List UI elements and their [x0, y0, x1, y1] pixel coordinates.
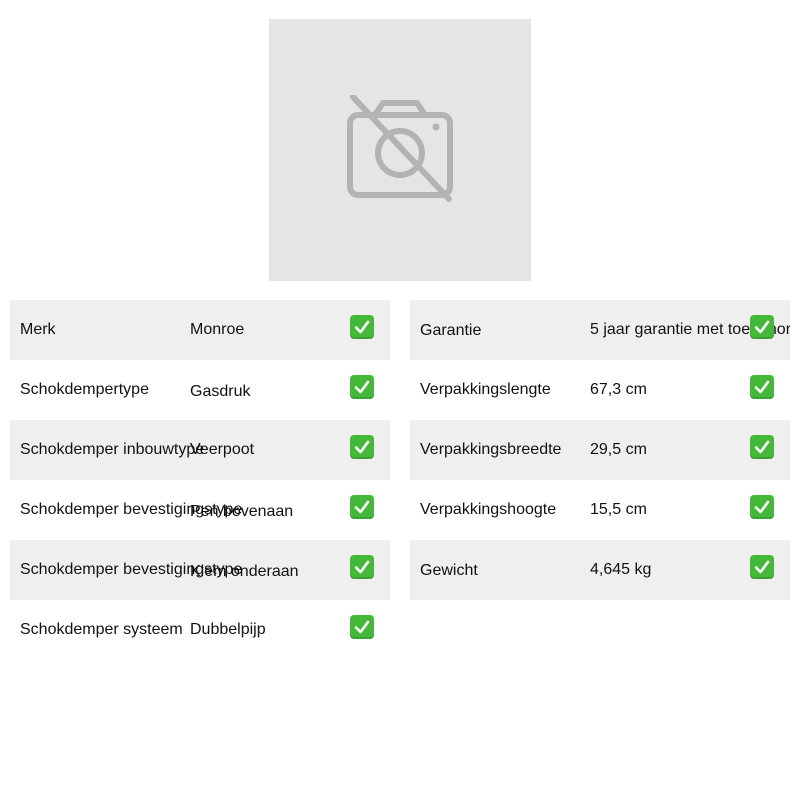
spec-row: Garantie 5 jaar garantie met toebehoren: [410, 300, 790, 360]
check-icon: [750, 315, 774, 339]
check-icon: [350, 615, 374, 639]
spec-row: Verpakkingslengte 67,3 cm: [410, 360, 790, 420]
check-icon: [750, 435, 774, 459]
spec-table-left: Merk Monroe Schokdempertype Gasdruk Scho…: [10, 300, 390, 660]
check-icon: [350, 435, 374, 459]
spec-value: 15,5 cm: [590, 501, 647, 518]
spec-label: Schokdemper inbouwtype: [20, 441, 205, 458]
product-image-placeholder: [269, 19, 531, 281]
spec-row: Merk Monroe: [10, 300, 390, 360]
spec-label: Verpakkingsbreedte: [420, 441, 562, 458]
check-icon: [350, 555, 374, 579]
spec-row: Schokdemper systeem Dubbelpijp: [10, 600, 390, 660]
spec-row: Verpakkingsbreedte 29,5 cm: [410, 420, 790, 480]
spec-table-right: Garantie 5 jaar garantie met toebehoren …: [410, 300, 790, 600]
spec-row: Schokdemper bevestigingstype Pen bovenaa…: [10, 480, 390, 540]
spec-label: Merk: [20, 321, 56, 338]
spec-label: Gewicht: [420, 562, 478, 579]
spec-value: Klem onderaan: [190, 563, 299, 580]
spec-label: Schokdempertype: [20, 381, 149, 398]
check-icon: [750, 495, 774, 519]
check-icon: [750, 375, 774, 399]
spec-value: Veerpoot: [190, 441, 255, 458]
spec-value: 67,3 cm: [590, 381, 647, 398]
spec-row: Schokdempertype Gasdruk: [10, 360, 390, 420]
check-icon: [350, 315, 374, 339]
camera-off-icon: [347, 95, 453, 202]
spec-label: Verpakkingshoogte: [420, 501, 557, 518]
spec-value: 29,5 cm: [590, 441, 647, 458]
spec-value: 4,645 kg: [590, 561, 652, 578]
spec-label: Garantie: [420, 322, 482, 339]
spec-value: Pen bovenaan: [190, 503, 294, 520]
spec-row: Verpakkingshoogte 15,5 cm: [410, 480, 790, 540]
spec-label: Verpakkingslengte: [420, 381, 551, 398]
spec-value: Gasdruk: [190, 383, 251, 400]
check-icon: [750, 555, 774, 579]
check-icon: [350, 495, 374, 519]
spec-row: Gewicht 4,645 kg: [410, 540, 790, 600]
spec-value: Dubbelpijp: [190, 621, 266, 638]
spec-row: Schokdemper inbouwtype Veerpoot: [10, 420, 390, 480]
spec-label: Schokdemper systeem: [20, 621, 183, 638]
check-icon: [350, 375, 374, 399]
spec-row: Schokdemper bevestigingstype Klem ondera…: [10, 540, 390, 600]
spec-value: Monroe: [190, 321, 245, 338]
